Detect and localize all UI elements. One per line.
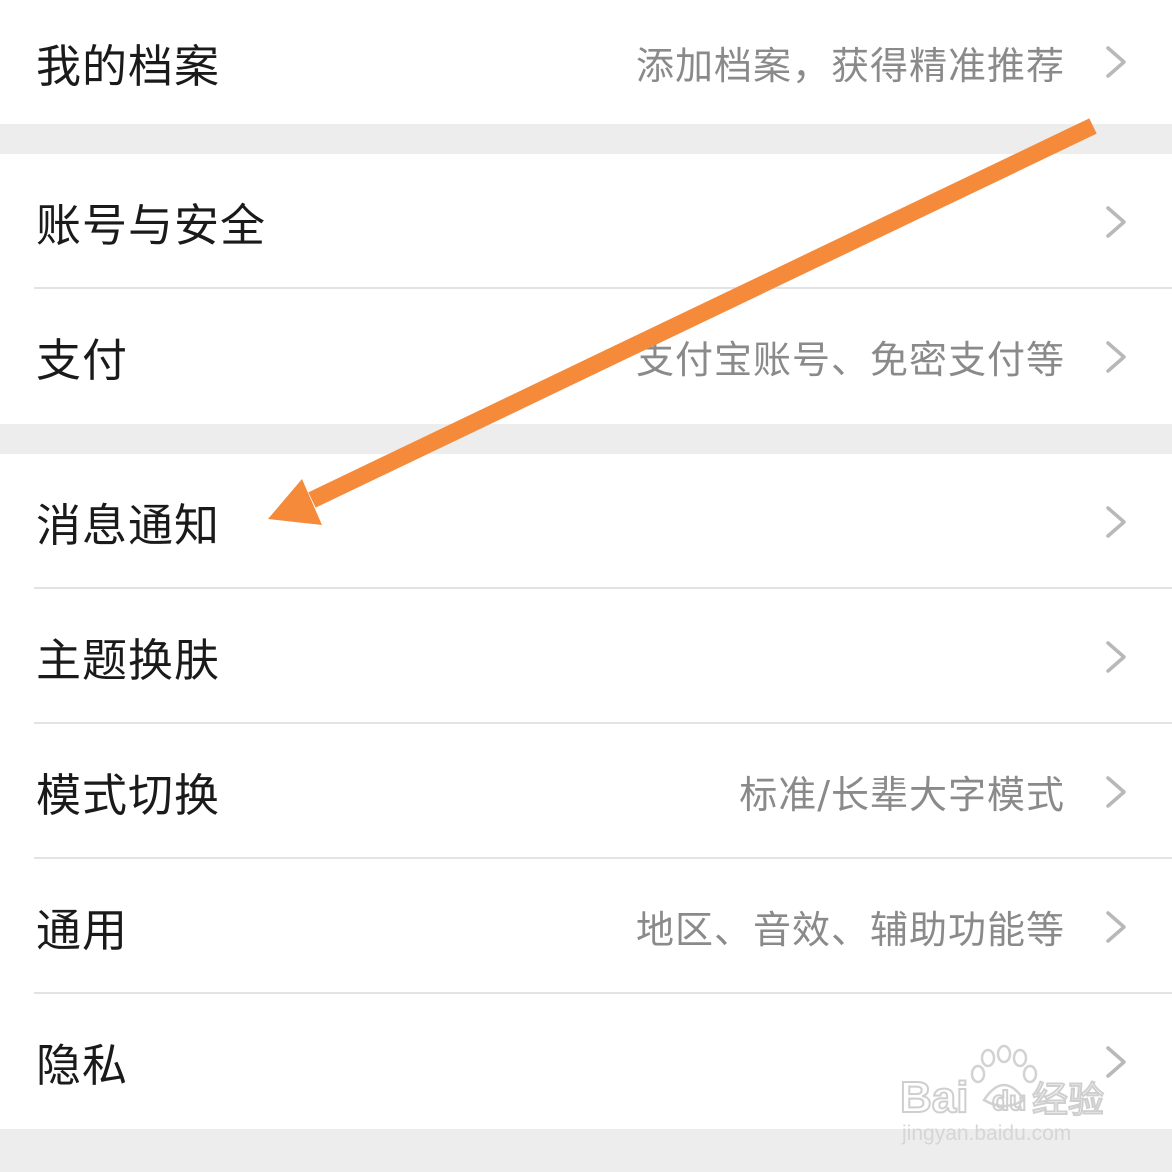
settings-group-general: 消息通知 主题换肤 模式切换 标准/长辈大字模式 通用 地区、音效、辅助功能等 … — [0, 454, 1172, 1129]
settings-item-label: 账号与安全 — [36, 199, 267, 252]
settings-item-mode-switch[interactable]: 模式切换 标准/长辈大字模式 — [0, 724, 1172, 859]
settings-item-hint: 支付宝账号、免密支付等 — [635, 338, 1065, 382]
settings-item-general[interactable]: 通用 地区、音效、辅助功能等 — [0, 859, 1172, 994]
settings-item-label: 通用 — [36, 904, 129, 957]
settings-item-theme[interactable]: 主题换肤 — [0, 589, 1172, 724]
settings-item-label: 模式切换 — [36, 769, 221, 822]
settings-screen: 我的档案 添加档案，获得精准推荐 账号与安全 支付 支付宝账号、免密支付等 消息… — [0, 0, 1172, 1172]
chevron-right-icon — [1106, 640, 1126, 673]
settings-item-account-security[interactable]: 账号与安全 — [0, 154, 1172, 289]
settings-item-payment[interactable]: 支付 支付宝账号、免密支付等 — [0, 289, 1172, 424]
settings-item-label: 消息通知 — [36, 499, 221, 552]
settings-group-account: 账号与安全 支付 支付宝账号、免密支付等 — [0, 154, 1172, 424]
settings-item-hint: 标准/长辈大字模式 — [739, 773, 1065, 817]
settings-item-hint: 地区、音效、辅助功能等 — [635, 908, 1065, 952]
settings-item-privacy[interactable]: 隐私 — [0, 994, 1172, 1129]
settings-item-label: 我的档案 — [36, 39, 221, 93]
settings-item-hint: 添加档案，获得精准推荐 — [635, 43, 1065, 88]
chevron-right-icon — [1106, 46, 1126, 78]
chevron-right-icon — [1106, 340, 1126, 373]
settings-item-label: 隐私 — [36, 1039, 129, 1092]
chevron-right-icon — [1106, 505, 1126, 538]
chevron-right-icon — [1106, 205, 1126, 238]
settings-item-my-profile[interactable]: 我的档案 添加档案，获得精准推荐 — [0, 0, 1172, 124]
chevron-right-icon — [1106, 1045, 1126, 1078]
settings-group-profile: 我的档案 添加档案，获得精准推荐 — [0, 0, 1172, 124]
settings-item-label: 支付 — [36, 334, 129, 387]
chevron-right-icon — [1106, 910, 1126, 943]
settings-item-label: 主题换肤 — [36, 634, 221, 687]
chevron-right-icon — [1106, 775, 1126, 808]
settings-item-notifications[interactable]: 消息通知 — [0, 454, 1172, 589]
